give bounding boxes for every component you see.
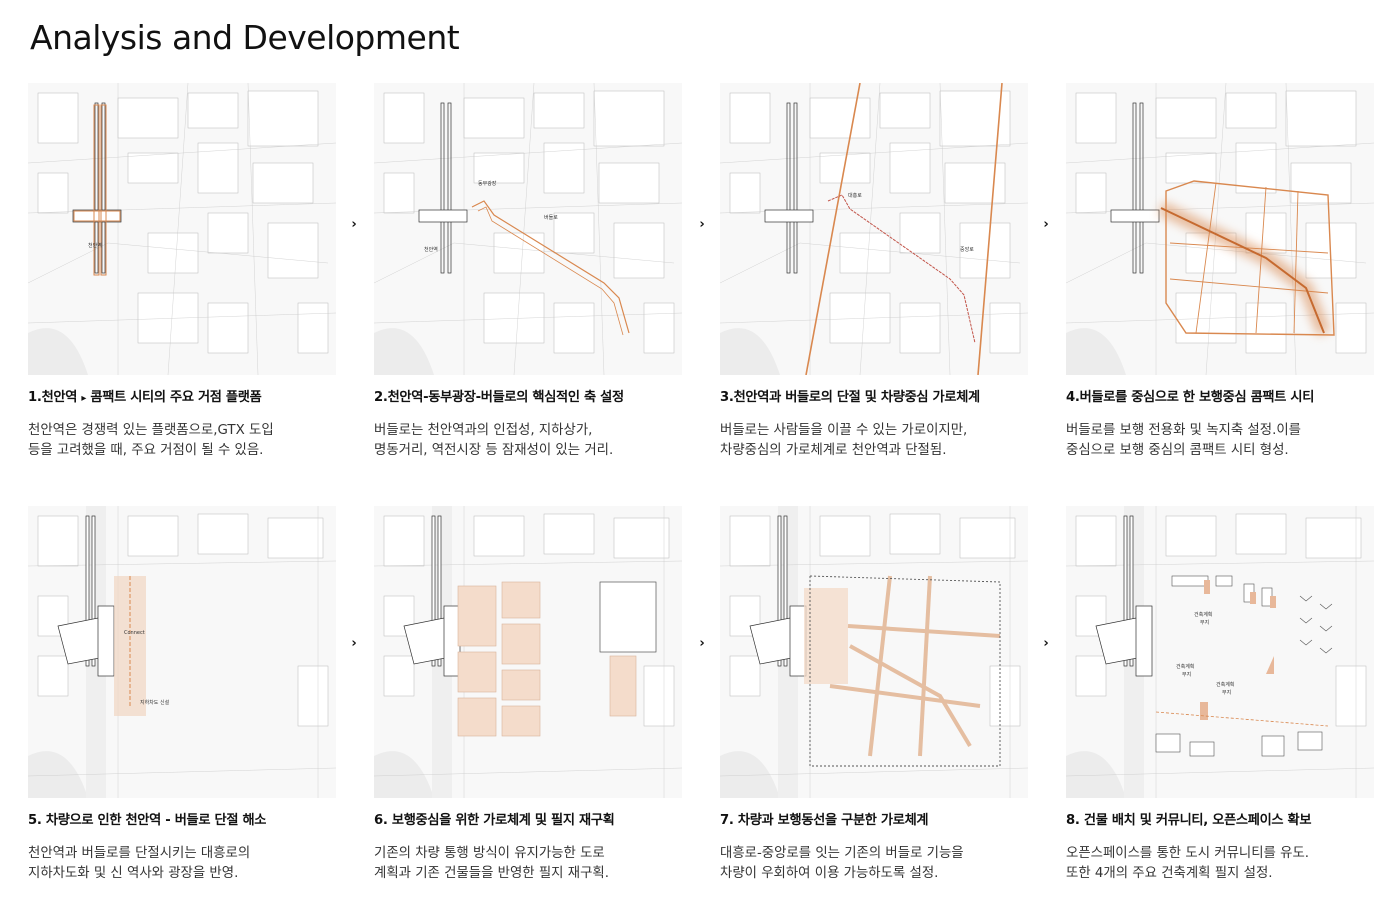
flow-arrow-icon: ›: [699, 217, 705, 232]
panel-1-body: 천안역은 경쟁력 있는 플랫폼으로,GTX 도입 등을 고려했을 때, 주요 거…: [28, 421, 340, 461]
panel-5-body-line: 천안역과 버들로를 단절시키는 대흥로의: [28, 846, 251, 861]
panel-4-body-line: 중심으로 보행 중심의 콤팩트 시티 형성.: [1066, 443, 1289, 458]
panel-7-title: 7. 차량과 보행동선을 구분한 가로체계: [720, 813, 929, 828]
panel-7-body-line: 대흥로-중앙로를 잇는 기존의 버들로 기능을: [720, 846, 964, 861]
map-label-daeheung-ro: 대흥로: [848, 192, 862, 199]
site-map-7: [720, 506, 1028, 798]
map-label-site-a-sub: 부지: [1200, 619, 1209, 626]
map-label-jungang-ro: 중앙로: [960, 246, 974, 253]
flow-arrow-icon: ›: [1043, 636, 1049, 651]
panel-6-body-line: 계획과 기존 건물들을 반영한 필지 재구획.: [374, 866, 609, 881]
panel-4-title: 4.버들로를 중심으로 한 보행중심 콤팩트 시티: [1066, 390, 1315, 405]
map-label-site-a: 건축계획: [1194, 611, 1212, 618]
site-map-1: 천안역: [28, 83, 336, 375]
panel-5-body-line: 지하차도화 및 신 역사와 광장을 반영.: [28, 866, 239, 881]
map-label-site-c: 건축계획: [1216, 681, 1234, 688]
panel-3-title: 3.천안역과 버들로의 단절 및 차량중심 가로체계: [720, 390, 980, 405]
map-label-site-b-sub: 부지: [1182, 671, 1191, 678]
panel-7-body-line: 차량이 우회하여 이용 가능하도록 설정.: [720, 866, 939, 881]
site-map-3: 대흥로 중앙로: [720, 83, 1028, 375]
flow-arrow-icon: ›: [351, 217, 357, 232]
panel-6-body-line: 기존의 차량 통행 방식이 유지가능한 도로: [374, 846, 605, 861]
site-map-2: 동부광장 버들로 천안역: [374, 83, 682, 375]
panel-5-body: 천안역과 버들로를 단절시키는 대흥로의 지하차도화 및 신 역사와 광장을 반…: [28, 844, 340, 884]
map-label-beodeul-ro: 버들로: [544, 214, 558, 221]
site-map-5: Connect 지하차도 신설: [28, 506, 336, 798]
panel-2-body-line: 명동거리, 역전시장 등 잠재성이 있는 거리.: [374, 443, 614, 458]
site-map-8: 건축계획 부지 건축계획 부지 건축계획 부지: [1066, 506, 1374, 798]
flow-arrow-icon: ›: [1043, 217, 1049, 232]
panel-2-title: 2.천안역-동부광장-버들로의 핵심적인 축 설정: [374, 390, 624, 405]
panel-2-body: 버들로는 천안역과의 인접성, 지하상가, 명동거리, 역전시장 등 잠재성이 …: [374, 421, 686, 461]
panel-1-title-end: 콤팩트 시티의 주요 거점 플랫폼: [90, 390, 262, 405]
panel-4-body-line: 버들로를 보행 전용화 및 녹지축 설정.이를: [1066, 423, 1301, 438]
play-triangle-icon: ▸: [81, 393, 87, 404]
map-label-station: 천안역: [88, 242, 102, 249]
map-label-connect: Connect: [124, 630, 145, 636]
panel-8-body-line: 오픈스페이스를 통한 도시 커뮤니티를 유도.: [1066, 846, 1310, 861]
site-map-6: [374, 506, 682, 798]
panel-8-body-line: 또한 4개의 주요 건축계획 필지 설정.: [1066, 866, 1273, 881]
panel-7-body: 대흥로-중앙로를 잇는 기존의 버들로 기능을 차량이 우회하여 이용 가능하도…: [720, 844, 1032, 884]
panel-1-title: 1.천안역 ▸ 콤팩트 시티의 주요 거점 플랫폼: [28, 386, 368, 405]
station-plaza-area: [804, 588, 848, 684]
map-label-site-b: 건축계획: [1176, 663, 1194, 670]
panel-4-body: 버들로를 보행 전용화 및 녹지축 설정.이를 중심으로 보행 중심의 콤팩트 …: [1066, 421, 1378, 461]
panel-6-title: 6. 보행중심을 위한 가로체계 및 필지 재구획: [374, 813, 615, 828]
panel-1-body-line: 등을 고려했을 때, 주요 거점이 될 수 있음.: [28, 443, 264, 458]
page-title: Analysis and Development: [30, 18, 460, 57]
flow-arrow-icon: ›: [699, 636, 705, 651]
map-label-east-plaza: 동부광장: [478, 180, 497, 187]
map-label-site-c-sub: 부지: [1222, 689, 1231, 696]
panel-1-title-start: 1.천안역: [28, 390, 78, 405]
panel-2-body-line: 버들로는 천안역과의 인접성, 지하상가,: [374, 423, 593, 438]
flow-arrow-icon: ›: [351, 636, 357, 651]
map-label-underpass: 지하차도 신설: [140, 699, 170, 706]
panel-3-body-line: 차량중심의 가로체계로 천안역과 단절됨.: [720, 443, 947, 458]
panel-8-title: 8. 건물 배치 및 커뮤니티, 오픈스페이스 확보: [1066, 813, 1312, 828]
map-label-station: 천안역: [424, 246, 438, 253]
panel-1-body-line: 천안역은 경쟁력 있는 플랫폼으로,GTX 도입: [28, 423, 274, 438]
panel-3-body: 버들로는 사람들을 이끌 수 있는 가로이지만, 차량중심의 가로체계로 천안역…: [720, 421, 1032, 461]
panel-5-title: 5. 차량으로 인한 천안역 - 버들로 단절 해소: [28, 813, 267, 828]
panel-3-body-line: 버들로는 사람들을 이끌 수 있는 가로이지만,: [720, 423, 968, 438]
site-map-4: [1066, 83, 1374, 375]
panel-8-body: 오픈스페이스를 통한 도시 커뮤니티를 유도. 또한 4개의 주요 건축계획 필…: [1066, 844, 1378, 884]
panel-6-body: 기존의 차량 통행 방식이 유지가능한 도로 계획과 기존 건물들을 반영한 필…: [374, 844, 686, 884]
